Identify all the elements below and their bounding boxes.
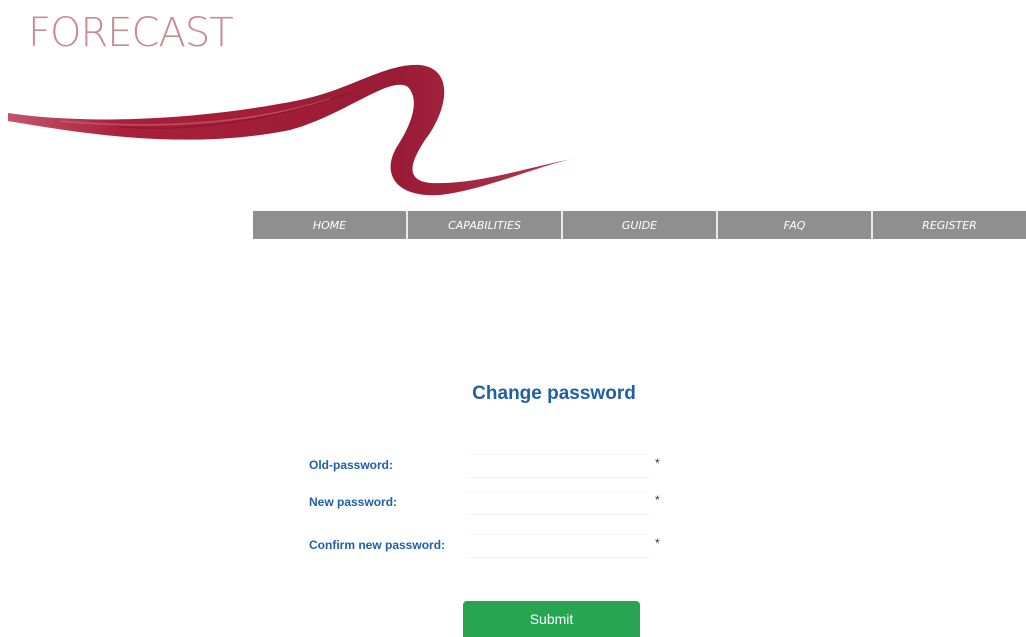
nav-capabilities[interactable]: CAPABILITIES bbox=[408, 211, 563, 239]
page: FORECAST HOME CAPABILITIES GUIDE FAQ REG… bbox=[0, 0, 1026, 637]
nav-guide[interactable]: GUIDE bbox=[563, 211, 718, 239]
new-password-row: New password: * bbox=[309, 491, 679, 515]
new-password-input[interactable] bbox=[467, 491, 649, 515]
old-password-input[interactable] bbox=[467, 454, 649, 478]
page-title: Change password bbox=[472, 383, 636, 404]
old-password-label: Old-password: bbox=[309, 458, 394, 472]
nav-register[interactable]: REGISTER bbox=[873, 211, 1026, 239]
confirm-password-label: Confirm new password: bbox=[309, 538, 446, 552]
required-mark: * bbox=[655, 493, 660, 507]
logo-text: FORECAST bbox=[28, 10, 234, 56]
nav-home[interactable]: HOME bbox=[253, 211, 408, 239]
old-password-row: Old-password: * bbox=[309, 454, 679, 478]
main-nav: HOME CAPABILITIES GUIDE FAQ REGISTER bbox=[253, 211, 1026, 239]
nav-faq[interactable]: FAQ bbox=[718, 211, 873, 239]
required-mark: * bbox=[655, 536, 660, 550]
confirm-password-input[interactable] bbox=[467, 534, 649, 558]
confirm-password-row: Confirm new password: * bbox=[309, 534, 679, 558]
required-mark: * bbox=[655, 456, 660, 470]
logo-brush-stroke bbox=[8, 64, 573, 196]
new-password-label: New password: bbox=[309, 495, 398, 509]
submit-button[interactable]: Submit bbox=[463, 601, 640, 637]
